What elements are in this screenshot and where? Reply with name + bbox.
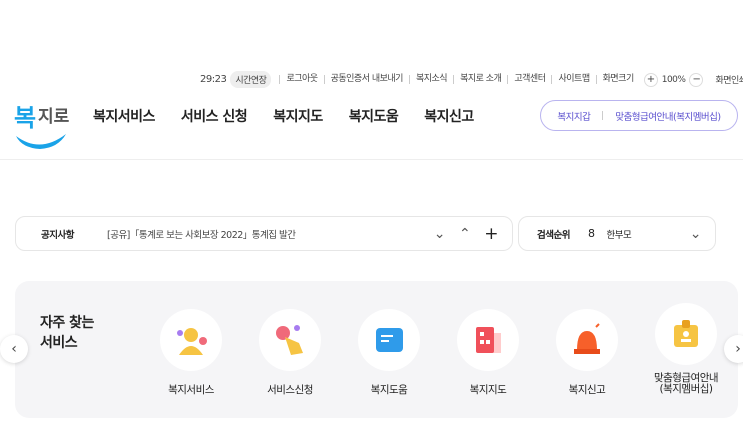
quick-links-pill: 복지지갑 맞춤형급여안내(복지멤버십) — [540, 100, 738, 131]
rank-keyword[interactable]: 한부모 — [606, 227, 689, 241]
print-label: 화면인쇄 — [715, 76, 743, 86]
nav-service-apply[interactable]: 서비스 신청 — [181, 106, 248, 126]
logout-link[interactable]: 로그아웃 — [279, 75, 323, 84]
nav-welfare-map[interactable]: 복지지도 — [273, 106, 323, 126]
logo[interactable]: 복 지로 — [12, 96, 70, 152]
zoom-out-button[interactable]: − — [689, 72, 704, 87]
chevron-down-icon[interactable]: ⌄ — [690, 226, 702, 242]
section-title: 자주 찾는서비스 — [40, 313, 94, 353]
service-label: 복지신고 — [568, 384, 606, 396]
memo-icon — [358, 309, 420, 371]
customer-center-link[interactable]: 고객센터 — [507, 75, 551, 84]
service-label: 복지서비스 — [168, 384, 214, 396]
utility-bar: 29:23 시간연장 로그아웃 공동인증서 내보내기 복지소식 복지로 소개 고… — [200, 71, 743, 88]
service-label: 복지도움 — [370, 384, 408, 396]
service-label: 복지지도 — [469, 384, 507, 396]
notice-bar: 공지사항 [공유]「통계로 보는 사회보장 2022」통계집 발간 ⌄ ⌃ + — [15, 216, 513, 251]
person-icon — [160, 309, 222, 371]
nav-welfare-report[interactable]: 복지신고 — [424, 106, 474, 126]
siren-icon — [556, 309, 618, 371]
service-label: 서비스신청 — [267, 384, 313, 396]
session-timer: 29:23 — [200, 74, 227, 85]
membership-link[interactable]: 맞춤형급여안내(복지멤버십) — [615, 109, 721, 123]
rank-label: 검색순위 — [537, 229, 570, 241]
service-apply[interactable]: 서비스신청 — [245, 309, 335, 396]
carousel-prev-button[interactable]: ‹ — [0, 335, 28, 363]
frequent-services: 자주 찾는서비스 복지서비스 서비스신청 복지도움 복지지도 복지신고 맞춤형급… — [15, 281, 738, 418]
header-divider — [0, 159, 743, 160]
notice-label: 공지사항 — [41, 229, 74, 241]
service-welfare[interactable]: 복지서비스 — [146, 309, 236, 396]
divider — [602, 111, 604, 120]
svg-text:지로: 지로 — [38, 107, 70, 127]
sitemap-link[interactable]: 사이트맵 — [551, 75, 595, 84]
svg-text:복: 복 — [14, 104, 36, 132]
zoom-level: 100% — [661, 74, 686, 85]
nav-welfare-help[interactable]: 복지도움 — [349, 106, 399, 126]
news-link[interactable]: 복지소식 — [408, 75, 453, 84]
chevron-up-icon[interactable]: ⌃ — [459, 226, 471, 242]
chevron-down-icon[interactable]: ⌄ — [434, 226, 446, 242]
service-report[interactable]: 복지신고 — [542, 309, 632, 396]
print-button[interactable]: 화면인쇄⎙ — [715, 73, 743, 86]
service-label: 맞춤형급여안내 (복지멤버십) — [641, 373, 731, 395]
about-link[interactable]: 복지로 소개 — [453, 75, 507, 84]
service-map[interactable]: 복지지도 — [443, 309, 533, 396]
nav-welfare-service[interactable]: 복지서비스 — [93, 106, 155, 126]
building-icon — [457, 309, 519, 371]
title-line: 서비스 — [40, 335, 78, 351]
rank-number: 8 — [587, 227, 595, 240]
service-label-line: (복지멤버십) — [659, 383, 714, 395]
cert-export-link[interactable]: 공동인증서 내보내기 — [323, 75, 409, 84]
service-membership[interactable]: 맞춤형급여안내 (복지멤버십) — [641, 303, 731, 395]
screen-size-label: 화면크기 — [595, 75, 640, 84]
zoom-in-button[interactable]: + — [643, 72, 658, 87]
search-rank-bar: 검색순위 8 한부모 ⌄ — [518, 216, 716, 251]
service-help[interactable]: 복지도움 — [344, 309, 434, 396]
plus-icon[interactable]: + — [484, 224, 498, 244]
id-card-icon — [655, 303, 717, 365]
title-line: 자주 찾는 — [40, 315, 94, 331]
welfare-wallet-link[interactable]: 복지지갑 — [557, 109, 590, 123]
extend-session-button[interactable]: 시간연장 — [230, 71, 272, 88]
hand-pointer-icon — [259, 309, 321, 371]
main-nav: 복지서비스 서비스 신청 복지지도 복지도움 복지신고 — [93, 106, 474, 126]
notice-text[interactable]: [공유]「통계로 보는 사회보장 2022」통계집 발간 — [107, 227, 434, 241]
